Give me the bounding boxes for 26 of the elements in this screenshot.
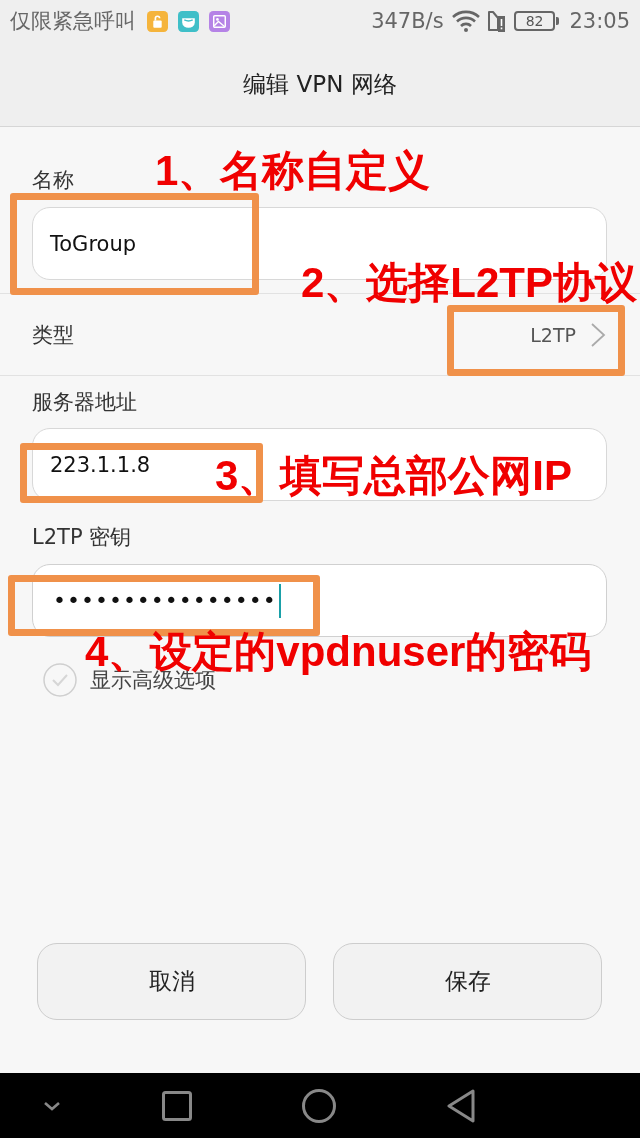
text-cursor-icon — [278, 583, 281, 618]
square-icon[interactable] — [162, 1090, 192, 1121]
checkbox[interactable] — [43, 663, 77, 697]
circle-icon[interactable] — [302, 1088, 336, 1123]
chevron-right-icon — [590, 321, 606, 348]
wifi-icon — [451, 10, 480, 32]
select-value[interactable]: L2TP — [530, 323, 576, 346]
battery-indicator: 82 — [513, 11, 556, 31]
shield-icon — [178, 10, 199, 32]
back-icon[interactable] — [446, 1088, 476, 1123]
image-icon — [209, 10, 230, 32]
cancel-button[interactable]: 取消 — [37, 943, 306, 1020]
field-label: 名称 — [32, 167, 74, 194]
annotation-text: 1、名称自定义 — [155, 150, 431, 192]
screen-title: 编辑 VPN 网络 — [243, 69, 397, 99]
network-speed: 347B/s — [371, 9, 444, 33]
padlock-icon — [147, 10, 168, 32]
field-label: 服务器地址 — [32, 389, 137, 416]
sim-card-icon — [487, 9, 506, 33]
annotation-text: 3、填写总部公网IP — [215, 455, 573, 497]
field-label: 类型 — [32, 321, 74, 349]
clock-time: 23:05 — [569, 9, 630, 33]
save-button[interactable]: 保存 — [333, 943, 602, 1020]
carrier-text: 仅限紧急呼叫 — [10, 8, 136, 35]
chevron-down-icon[interactable] — [42, 1099, 62, 1112]
field-label: L2TP 密钥 — [32, 524, 132, 551]
